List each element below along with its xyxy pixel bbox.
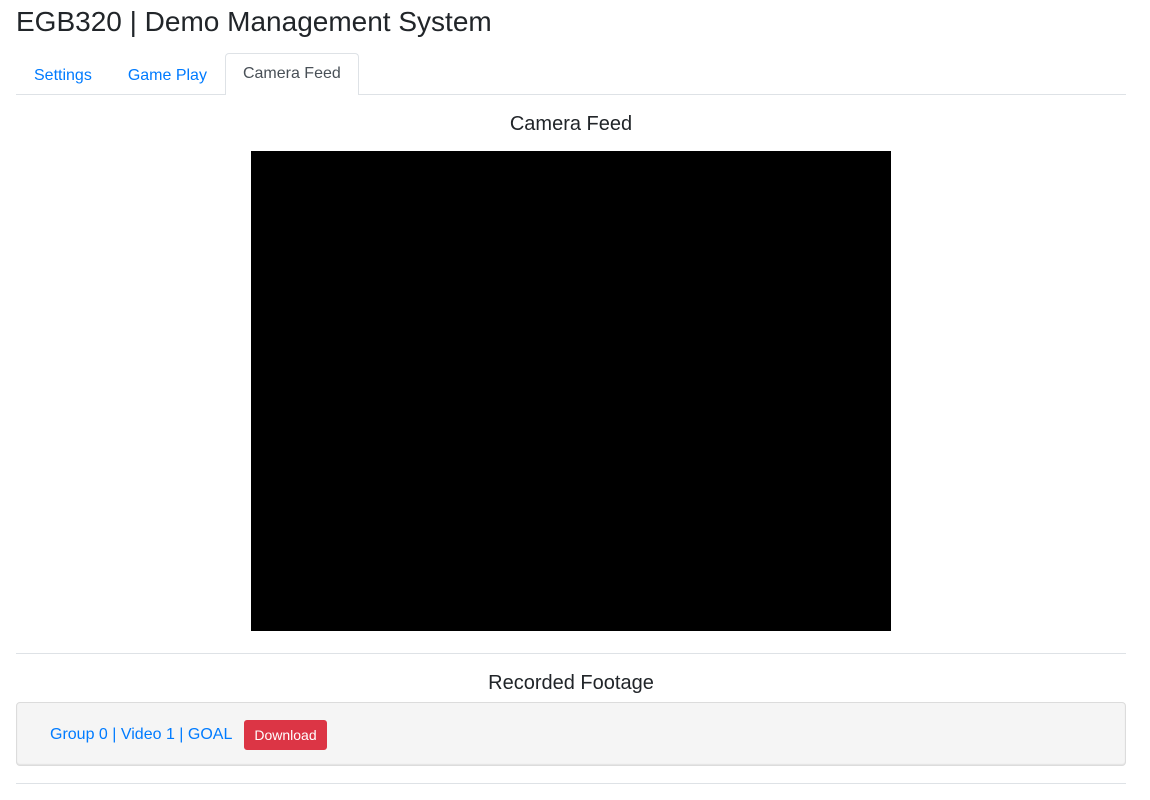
tab-game-play[interactable]: Game Play xyxy=(110,55,225,95)
recorded-footage-panel: Group 0 | Video 1 | GOAL Download xyxy=(16,702,1126,766)
recorded-footage-heading: Recorded Footage xyxy=(488,672,654,694)
tab-settings[interactable]: Settings xyxy=(16,55,110,95)
tab-camera-feed[interactable]: Camera Feed xyxy=(224,53,359,95)
section-divider xyxy=(16,783,1126,784)
page-title: EGB320 | Demo Management System xyxy=(16,6,492,37)
camera-feed-view xyxy=(251,151,891,631)
list-item: Group 0 | Video 1 | GOAL Download xyxy=(50,719,327,750)
footage-video-link[interactable]: Group 0 | Video 1 | GOAL xyxy=(50,726,232,744)
download-button[interactable]: Download xyxy=(244,719,327,750)
camera-feed-heading: Camera Feed xyxy=(509,113,633,135)
nav-tabs: Settings Game Play Camera Feed xyxy=(16,53,1126,95)
section-divider xyxy=(16,653,1126,654)
